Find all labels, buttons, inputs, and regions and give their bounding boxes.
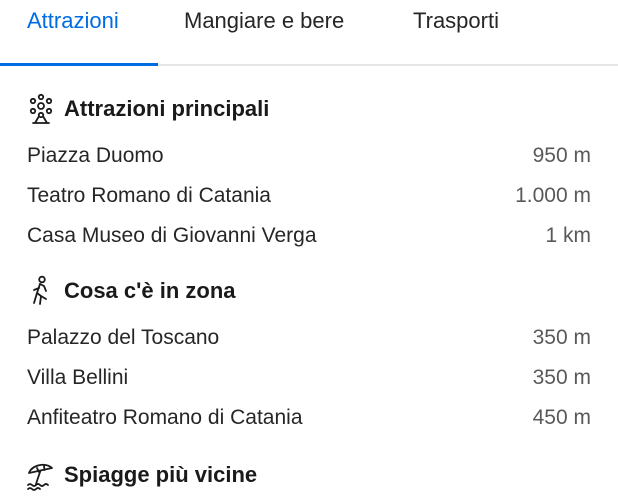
place-distance: 350 m [532,326,591,349]
beach-umbrella-icon [27,463,53,491]
place-distance: 950 m [532,144,591,167]
list-item: Piazza Duomo 950 m [27,136,591,176]
ferris-wheel-icon [29,93,53,124]
section-header-nearby: Cosa c'è in zona [27,275,591,306]
list-item: Palazzo del Toscano 350 m [27,318,591,358]
surroundings-content: Attrazioni principali Piazza Duomo 950 m… [0,93,618,491]
place-distance: 350 m [532,366,591,389]
place-name: Palazzo del Toscano [27,326,220,349]
place-distance: 1 km [545,224,591,247]
tab-mangiare-e-bere[interactable]: Mangiare e bere [184,7,344,35]
place-name: Villa Bellini [27,366,129,389]
tab-attrazioni[interactable]: Attrazioni [27,7,119,35]
place-name: Piazza Duomo [27,144,164,167]
section-title: Attrazioni principali [64,96,270,121]
list-item: Villa Bellini 350 m [27,358,591,398]
place-name: Teatro Romano di Catania [27,184,271,207]
section-header-nearest-beaches: Spiagge più vicine [27,460,591,491]
section-header-top-attractions: Attrazioni principali [27,93,591,124]
place-distance: 1.000 m [515,184,591,207]
walking-person-icon [33,275,47,305]
list-item: Teatro Romano di Catania 1.000 m [27,176,591,216]
place-distance: 450 m [532,406,591,429]
place-name: Anfiteatro Romano di Catania [27,406,303,429]
list-item: Casa Museo di Giovanni Verga 1 km [27,216,591,256]
section-title: Spiagge più vicine [64,462,258,487]
tab-trasporti[interactable]: Trasporti [413,7,499,35]
section-title: Cosa c'è in zona [64,278,236,303]
list-item: Anfiteatro Romano di Catania 450 m [27,398,591,438]
tab-bar: Attrazioni Mangiare e bere Trasporti [0,0,618,66]
place-name: Casa Museo di Giovanni Verga [27,224,317,247]
active-tab-indicator [0,63,158,66]
